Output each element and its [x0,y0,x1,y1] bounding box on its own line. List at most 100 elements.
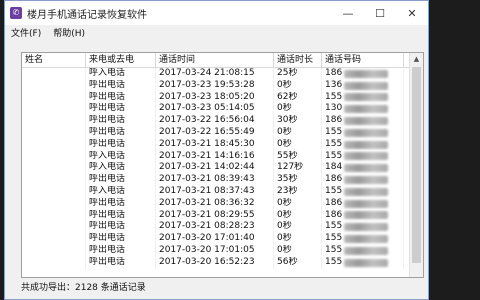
cell-duration: 0秒 [274,233,322,245]
phone-app-icon: ✆ [10,7,22,19]
status-text: 共成功导出：2128 条通话记录 [21,283,146,293]
table-row[interactable]: 呼入电话 2017-03-21 08:37:43 23秒 155 [22,185,423,198]
minimize-icon: — [342,6,354,20]
cell-name [22,233,86,245]
table-row[interactable]: 呼出电话 2017-03-23 18:05:20 62秒 155 [22,91,423,104]
cell-direction: 呼出电话 [86,103,156,116]
cell-name [22,221,86,234]
column-header-name[interactable]: 姓名 [22,53,86,67]
table-row[interactable]: 呼出电话 2017-03-22 16:55:49 0秒 155 [22,126,423,139]
cell-duration: 0秒 [274,79,322,92]
cell-number: 186 [322,197,404,210]
cell-time: 2017-03-21 08:37:43 [156,185,274,198]
cell-time: 2017-03-21 08:28:23 [156,221,274,234]
number-prefix: 155 [325,221,343,232]
close-button[interactable]: ✕ [396,1,428,25]
menu-help[interactable]: 帮助(H) [53,26,85,39]
cell-duration: 0秒 [274,197,322,210]
scroll-up-icon[interactable]: ▲ [410,53,423,66]
cell-name [22,256,86,269]
cell-name [22,79,86,92]
cell-time: 2017-03-20 17:01:05 [156,244,274,257]
cell-direction: 呼出电话 [86,91,156,104]
cell-number: 186 [322,209,404,222]
cell-direction: 呼出电话 [86,209,156,222]
app-window: ✆ 楼月手机通话记录恢复软件 — ☐ ✕ 文件(F) 帮助(H) 姓名 来电或去… [4,0,429,300]
cell-duration: 23秒 [274,185,322,198]
table-row[interactable]: 呼出电话 2017-03-21 08:36:32 0秒 186 [22,197,423,210]
number-prefix: 186 [325,68,343,78]
number-prefix: 136 [325,79,343,90]
redacted-number-blur [344,93,389,102]
table-row[interactable]: 呼出电话 2017-03-23 19:53:28 0秒 136 [22,79,423,92]
vertical-scrollbar[interactable]: ▲ [409,53,423,277]
cell-direction: 呼入电话 [86,68,156,80]
cell-duration: 35秒 [274,174,322,186]
cell-name [22,209,86,222]
number-prefix: 184 [325,162,343,173]
cell-number: 130 [322,103,404,116]
cell-duration: 0秒 [274,244,322,257]
cell-time: 2017-03-22 16:56:04 [156,115,274,127]
cell-direction: 呼出电话 [86,197,156,210]
table-row[interactable]: 呼入电话 2017-03-21 14:16:16 55秒 155 [22,150,423,163]
number-prefix: 130 [325,103,343,114]
redacted-number-blur [344,258,389,267]
cell-direction: 呼出电话 [86,79,156,92]
table-row[interactable]: 呼出电话 2017-03-21 08:28:23 0秒 155 [22,221,423,234]
table-row[interactable]: 呼出电话 2017-03-23 05:14:05 0秒 130 [22,103,423,116]
column-header-number[interactable]: 通话号码 [322,53,404,67]
cell-direction: 呼出电话 [86,244,156,257]
scroll-thumb[interactable] [412,67,421,263]
cell-direction: 呼出电话 [86,126,156,139]
cell-number: 186 [322,174,404,186]
cell-time: 2017-03-21 08:29:55 [156,209,274,222]
table-row[interactable]: 呼入电话 2017-03-21 14:02:44 127秒 184 [22,162,423,175]
menu-file[interactable]: 文件(F) [11,26,41,39]
table-row[interactable]: 呼出电话 2017-03-21 18:45:30 0秒 155 [22,138,423,151]
cell-time: 2017-03-21 08:39:43 [156,174,274,186]
cell-time: 2017-03-21 18:45:30 [156,138,274,151]
title-bar[interactable]: ✆ 楼月手机通话记录恢复软件 — ☐ ✕ [5,1,428,25]
cell-name [22,197,86,210]
number-prefix: 186 [325,197,343,208]
cell-direction: 呼入电话 [86,162,156,175]
column-header-time[interactable]: 通话时间 [156,53,274,67]
table-row[interactable]: 呼出电话 2017-03-20 17:01:40 0秒 155 [22,233,423,245]
cell-direction: 呼出电话 [86,256,156,269]
cell-time: 2017-03-22 16:55:49 [156,126,274,139]
number-prefix: 186 [325,115,343,126]
cell-duration: 0秒 [274,221,322,234]
table-row[interactable]: 呼入电话 2017-03-24 21:08:15 25秒 186 [22,68,423,80]
cell-number: 155 [322,244,404,257]
redacted-number-blur [344,81,389,90]
cell-duration: 127秒 [274,162,322,175]
cell-direction: 呼出电话 [86,174,156,186]
minimize-button[interactable]: — [332,1,364,25]
cell-number: 155 [322,256,404,269]
cell-number: 155 [322,138,404,151]
redacted-number-blur [344,128,389,137]
cell-name [22,68,86,80]
cell-number: 184 [322,162,404,175]
maximize-button[interactable]: ☐ [364,1,396,25]
cell-number: 186 [322,115,404,127]
number-prefix: 155 [325,150,343,161]
table-row[interactable]: 呼出电话 2017-03-21 08:29:55 0秒 186 [22,209,423,222]
table-row[interactable]: 呼出电话 2017-03-21 08:39:43 35秒 186 [22,174,423,186]
call-log-list[interactable]: 姓名 来电或去电 通话时间 通话时长 通话号码 呼入电话 2017-03-24 2… [21,52,424,278]
list-header: 姓名 来电或去电 通话时间 通话时长 通话号码 [22,53,423,68]
number-prefix: 155 [325,138,343,149]
cell-time: 2017-03-23 18:05:20 [156,91,274,104]
table-row[interactable]: 呼出电话 2017-03-20 17:01:05 0秒 155 [22,244,423,257]
close-icon: ✕ [407,6,417,20]
number-prefix: 155 [325,244,343,255]
column-header-duration[interactable]: 通话时长 [274,53,322,67]
cell-name [22,150,86,163]
cell-duration: 56秒 [274,256,322,269]
column-header-direction[interactable]: 来电或去电 [86,53,156,67]
cell-name [22,162,86,175]
cell-time: 2017-03-23 19:53:28 [156,79,274,92]
table-row[interactable]: 呼出电话 2017-03-20 16:52:23 56秒 155 [22,256,423,269]
table-row[interactable]: 呼出电话 2017-03-22 16:56:04 30秒 186 [22,115,423,127]
